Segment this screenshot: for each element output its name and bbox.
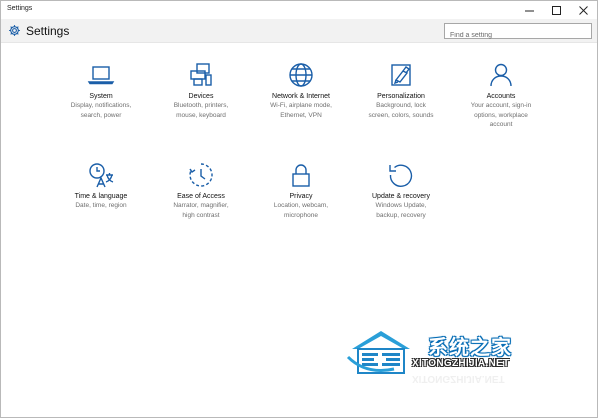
category-time-language[interactable]: Time & language Date, time, region <box>51 161 151 211</box>
category-description: high contrast <box>182 211 220 219</box>
ease-of-access-icon <box>189 163 213 187</box>
category-personalization[interactable]: Personalization Background, lock screen,… <box>351 61 451 120</box>
time-language-icon <box>89 163 114 188</box>
maximize-button[interactable] <box>543 1 570 19</box>
category-description: Narrator, magnifier, <box>173 202 229 209</box>
category-description: options, workplace <box>474 111 528 119</box>
category-update-recovery[interactable]: Update & recovery Windows Update, backup… <box>351 161 451 220</box>
category-accounts[interactable]: Accounts Your account, sign-in options, … <box>451 61 551 130</box>
category-description: Your account, sign-in <box>470 102 532 109</box>
category-description: backup, recovery <box>376 211 426 219</box>
category-network-internet[interactable]: Network & Internet Wi-Fi, airplane mode,… <box>251 61 351 120</box>
category-description: Windows Update, <box>375 202 427 209</box>
close-button[interactable] <box>570 1 597 19</box>
search-box[interactable] <box>444 23 592 43</box>
settings-window: Settings Settings Find a setting System … <box>0 0 598 418</box>
category-label: System <box>89 93 113 100</box>
category-description: mouse, keyboard <box>176 111 226 119</box>
maximize-icon <box>552 5 561 15</box>
title-bar[interactable]: Settings <box>1 1 597 19</box>
category-label: Accounts <box>486 93 516 100</box>
paintbrush-icon <box>391 64 411 86</box>
window-controls <box>516 1 597 19</box>
window-title: Settings <box>7 5 33 12</box>
category-label: Devices <box>188 93 214 100</box>
watermark: 系统之家 XITONGZHIJIA.NET XITONGZHIJIA.NET <box>346 323 561 405</box>
refresh-icon <box>389 164 413 187</box>
close-icon <box>579 5 588 15</box>
category-description: account <box>489 121 513 128</box>
minimize-icon <box>525 10 534 11</box>
settings-header: Settings <box>1 19 597 43</box>
category-description: Display, notifications, <box>70 102 132 109</box>
category-label: Time & language <box>74 193 128 200</box>
gear-icon <box>9 25 20 36</box>
category-label: Network & Internet <box>272 93 330 100</box>
lock-icon <box>292 164 310 187</box>
category-system[interactable]: System Display, notifications, search, p… <box>51 61 151 120</box>
category-description: Wi-Fi, airplane mode, <box>270 102 332 109</box>
watermark-chinese-text: 系统之家 <box>428 335 512 359</box>
category-label: Update & recovery <box>372 193 430 200</box>
devices-icon <box>190 63 212 86</box>
minimize-button[interactable] <box>516 1 543 19</box>
laptop-icon <box>87 66 115 85</box>
category-label: Personalization <box>377 93 425 100</box>
category-privacy[interactable]: Privacy Location, webcam, microphone <box>251 161 351 220</box>
category-description: Date, time, region <box>75 202 127 209</box>
category-description: search, power <box>80 111 122 119</box>
category-description: Bluetooth, printers, <box>173 102 229 109</box>
house-logo-icon <box>346 331 410 374</box>
category-description: Ethernet, VPN <box>280 111 322 119</box>
watermark-url-reflection: XITONGZHIJIA.NET <box>412 373 505 384</box>
category-description: screen, colors, sounds <box>368 111 434 119</box>
page-title: Settings <box>26 24 70 38</box>
category-devices[interactable]: Devices Bluetooth, printers, mouse, keyb… <box>151 61 251 120</box>
category-ease-of-access[interactable]: Ease of Access Narrator, magnifier, high… <box>151 161 251 220</box>
category-label: Ease of Access <box>177 193 225 200</box>
watermark-url: XITONGZHIJIA.NET <box>412 358 510 369</box>
category-description: Location, webcam, <box>273 202 329 209</box>
search-input[interactable] <box>445 28 591 43</box>
person-icon <box>490 63 512 87</box>
category-description: Background, lock <box>376 102 426 109</box>
category-description: microphone <box>284 211 318 219</box>
globe-icon <box>289 63 313 87</box>
category-label: Privacy <box>289 193 313 200</box>
